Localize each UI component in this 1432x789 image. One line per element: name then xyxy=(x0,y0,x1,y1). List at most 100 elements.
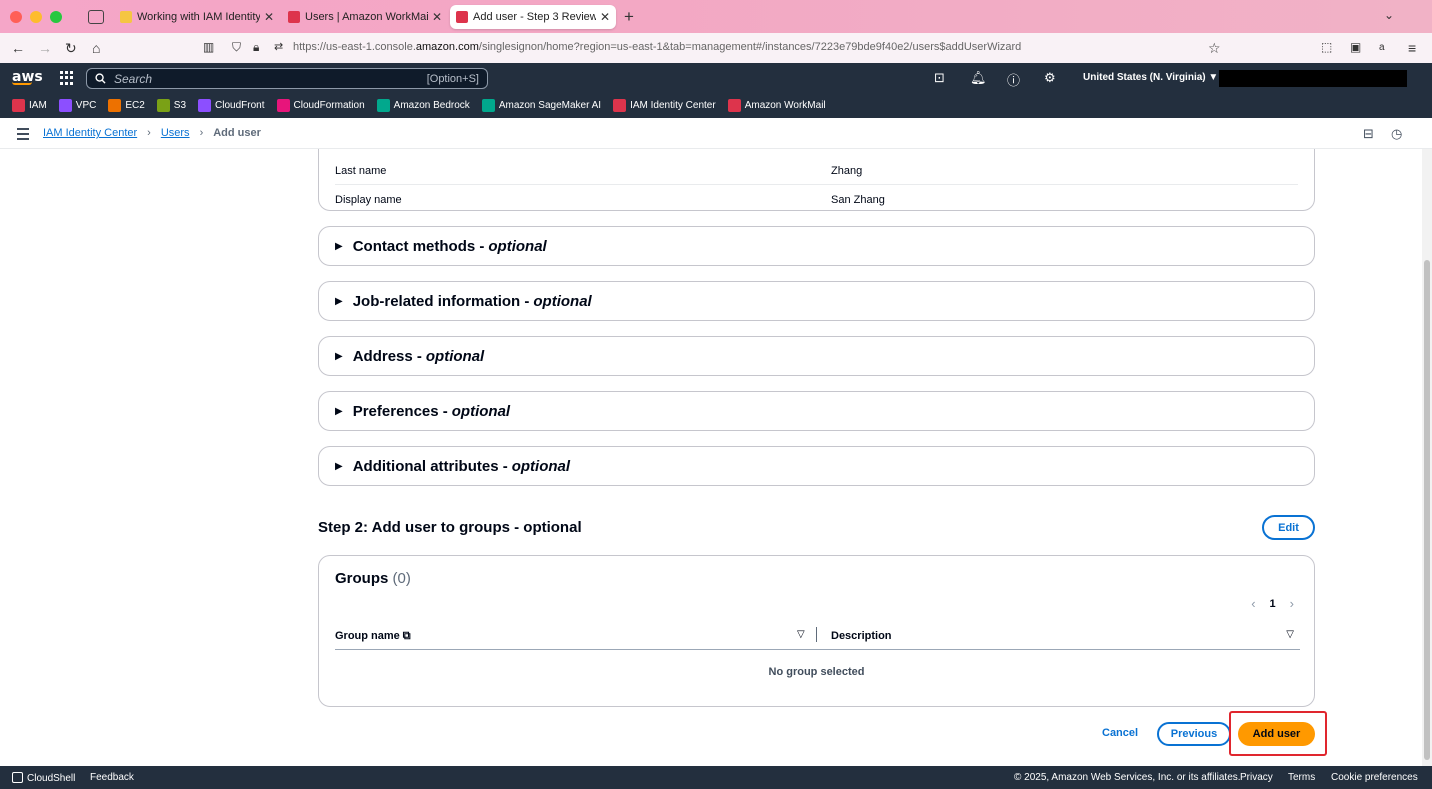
url-bar[interactable]: https://us-east-1.console.amazon.com/sin… xyxy=(293,41,1021,53)
privacy-link[interactable]: Privacy xyxy=(1240,772,1273,783)
section-optional: optional xyxy=(511,457,571,475)
chevron-left-icon[interactable]: ‹ xyxy=(1251,596,1255,611)
expandable-contact-methods[interactable]: ▶ Contact methods - optional xyxy=(318,226,1315,266)
account-menu[interactable] xyxy=(1219,70,1407,87)
edit-groups-button[interactable]: Edit xyxy=(1262,515,1315,540)
favorite-item[interactable]: EC2 xyxy=(108,99,145,112)
favorite-item[interactable]: IAM xyxy=(12,99,47,112)
favorite-item[interactable]: S3 xyxy=(156,99,187,112)
close-tab-icon[interactable]: ✕ xyxy=(600,10,610,24)
service-icon xyxy=(156,99,170,112)
lock-icon[interactable]: 🔒︎ xyxy=(253,40,259,55)
terms-link[interactable]: Terms xyxy=(1288,772,1315,783)
tab-favicon-icon xyxy=(456,11,468,23)
tab-label: Working with IAM Identity Cente xyxy=(137,11,260,23)
amazon-extension-icon[interactable]: a xyxy=(1379,42,1385,53)
tab-favicon-icon xyxy=(120,11,132,23)
settings-gear-icon[interactable]: ⚙ xyxy=(1044,70,1056,86)
favorite-item[interactable]: Amazon SageMaker AI xyxy=(481,99,602,112)
favorites-bar: IAM VPC EC2 S3 CloudFront CloudFormation Amazo… xyxy=(0,93,1432,118)
browser-tab-bar: Working with IAM Identity Cente ✕ Users … xyxy=(0,0,1432,33)
breadcrumb-link-iam-identity-center[interactable]: IAM Identity Center xyxy=(43,127,137,139)
column-divider[interactable] xyxy=(816,627,817,642)
menu-icon[interactable]: ≡ xyxy=(1408,40,1416,56)
sidebar-icon[interactable]: ▥ xyxy=(203,40,214,54)
forward-icon[interactable]: → xyxy=(38,40,52,56)
sort-icon[interactable]: ▽ xyxy=(797,629,805,640)
scrollbar-thumb[interactable] xyxy=(1424,260,1430,760)
user-details-card: Last name Zhang Display name San Zhang xyxy=(318,149,1315,211)
section-title: Job-related information - xyxy=(352,292,530,310)
expandable-address[interactable]: ▶ Address - optional xyxy=(318,336,1315,376)
close-tab-icon[interactable]: ✕ xyxy=(432,10,442,24)
previous-button[interactable]: Previous xyxy=(1157,722,1231,746)
browser-tab-active[interactable]: Add user - Step 3 Review and a ✕ xyxy=(450,5,616,29)
notifications-panel-icon[interactable]: ◷ xyxy=(1391,126,1402,142)
info-panel-icon[interactable]: ⊟ xyxy=(1363,126,1374,142)
cancel-button[interactable]: Cancel xyxy=(1102,727,1138,739)
favorite-label: Amazon SageMaker AI xyxy=(498,100,602,111)
add-user-button[interactable]: Add user xyxy=(1238,722,1315,746)
aws-logo[interactable]: aws xyxy=(12,69,43,85)
chevron-right-icon[interactable]: › xyxy=(1290,596,1294,611)
expandable-job-info[interactable]: ▶ Job-related information - optional xyxy=(318,281,1315,321)
favorite-item[interactable]: Amazon WorkMail xyxy=(727,99,826,112)
expandable-additional-attributes[interactable]: ▶ Additional attributes - optional xyxy=(318,446,1315,486)
notifications-bell-icon[interactable]: 🔔︎ xyxy=(970,70,987,86)
favorite-item[interactable]: IAM Identity Center xyxy=(613,99,716,112)
close-tab-icon[interactable]: ✕ xyxy=(264,10,274,24)
close-window-button[interactable] xyxy=(10,10,22,23)
shield-icon[interactable]: ⛉ xyxy=(232,40,241,55)
service-icon xyxy=(276,99,290,112)
service-icon xyxy=(376,99,390,112)
section-title: Preferences - xyxy=(352,402,448,420)
breadcrumb-link-users[interactable]: Users xyxy=(161,127,190,139)
permissions-icon[interactable]: ⇄ xyxy=(274,40,283,53)
new-tab-icon[interactable]: + xyxy=(624,7,634,27)
favorite-item[interactable]: CloudFormation xyxy=(276,99,365,112)
tab-overview-icon[interactable] xyxy=(88,10,104,24)
expandable-preferences[interactable]: ▶ Preferences - optional xyxy=(318,391,1315,431)
minimize-window-button[interactable] xyxy=(30,10,42,23)
browser-tab[interactable]: Working with IAM Identity Cente ✕ xyxy=(114,5,280,29)
service-icon xyxy=(613,99,627,112)
container-icon[interactable]: ▣ xyxy=(1350,40,1361,54)
extensions-icon[interactable]: ⬚ xyxy=(1321,40,1332,54)
help-icon[interactable]: ⓘ xyxy=(1007,70,1020,89)
service-icon xyxy=(108,99,122,112)
favorite-item[interactable]: Amazon Bedrock xyxy=(376,99,470,112)
favorite-item[interactable]: CloudFront xyxy=(198,99,265,112)
services-menu-icon[interactable] xyxy=(60,71,74,85)
column-header-description[interactable]: Description xyxy=(831,630,892,642)
favorite-label: S3 xyxy=(173,100,187,111)
favorite-label: Amazon Bedrock xyxy=(393,100,470,111)
browser-tab[interactable]: Users | Amazon WorkMail | us-e ✕ xyxy=(282,5,448,29)
caret-right-icon: ▶ xyxy=(335,405,343,417)
tab-label: Users | Amazon WorkMail | us-e xyxy=(305,11,428,23)
cloudshell-link[interactable]: CloudShell xyxy=(12,772,75,784)
caret-right-icon: ▶ xyxy=(335,460,343,472)
service-icon xyxy=(727,99,741,112)
page-number[interactable]: 1 xyxy=(1270,598,1276,610)
favorite-item[interactable]: VPC xyxy=(58,99,96,112)
column-label: Group name xyxy=(335,630,400,642)
cloudshell-icon[interactable]: ⊡ xyxy=(934,70,945,86)
section-optional: optional xyxy=(425,347,485,365)
cookie-preferences-link[interactable]: Cookie preferences xyxy=(1331,772,1418,783)
hamburger-menu-icon[interactable] xyxy=(17,128,29,143)
table-header: Group name ⧉ ▽ Description ▽ xyxy=(335,626,1300,650)
chevron-right-icon: › xyxy=(199,127,204,139)
back-icon[interactable]: ← xyxy=(11,40,25,56)
maximize-window-button[interactable] xyxy=(50,10,62,23)
feedback-link[interactable]: Feedback xyxy=(90,772,134,783)
reload-icon[interactable]: ↻ xyxy=(65,40,77,57)
bookmark-star-icon[interactable]: ☆ xyxy=(1208,40,1221,57)
column-header-group-name[interactable]: Group name ⧉ xyxy=(335,630,411,643)
chevron-down-icon[interactable]: ⌄ xyxy=(1384,8,1394,22)
search-input[interactable]: Search [Option+S] xyxy=(86,68,488,89)
section-title: Contact methods - xyxy=(352,237,485,255)
region-selector[interactable]: United States (N. Virginia) ▼ xyxy=(1083,72,1218,83)
sort-icon[interactable]: ▽ xyxy=(1286,629,1294,640)
home-icon[interactable]: ⌂ xyxy=(92,40,100,56)
aws-logo-text: aws xyxy=(12,69,43,85)
